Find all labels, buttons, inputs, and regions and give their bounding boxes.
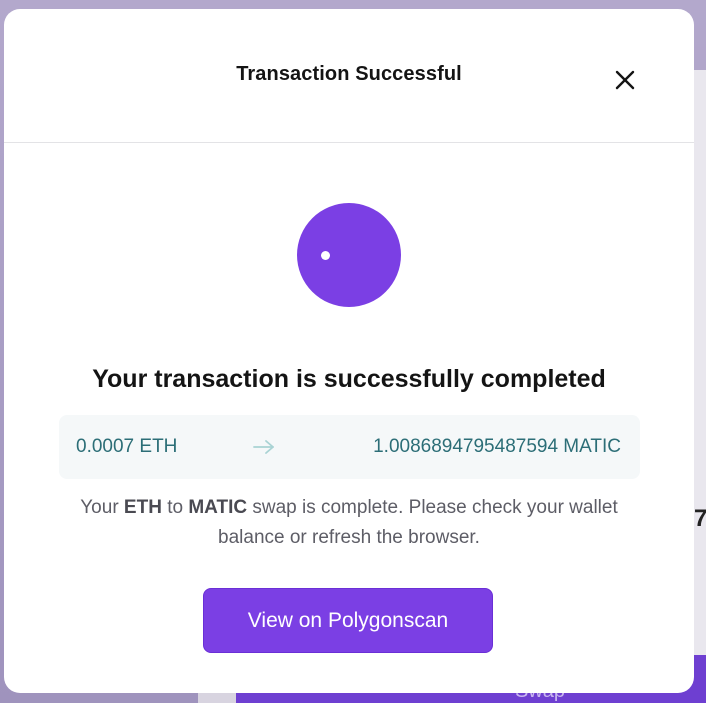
info-prefix: Your bbox=[80, 497, 124, 518]
info-from-token: ETH bbox=[123, 497, 162, 518]
close-icon bbox=[615, 70, 635, 90]
transaction-success-modal: Transaction Successful Your transaction … bbox=[4, 9, 694, 693]
modal-header: Transaction Successful bbox=[4, 9, 694, 143]
arrow-right-icon bbox=[253, 440, 274, 454]
info-suffix: swap is complete. Please check your wall… bbox=[218, 497, 618, 548]
amount-from: 0.0007 ETH bbox=[76, 436, 178, 457]
info-middle: to bbox=[161, 497, 189, 518]
background-partial-value: 7 bbox=[694, 505, 706, 532]
amount-to: 1.0086894795487594 MATIC bbox=[373, 436, 621, 457]
swap-amount-summary: 0.0007 ETH 1.0086894795487594 MATIC bbox=[59, 415, 640, 479]
modal-title: Transaction Successful bbox=[236, 63, 462, 85]
success-icon-dot bbox=[321, 251, 330, 260]
success-circle-icon bbox=[297, 203, 401, 307]
success-heading: Your transaction is successfully complet… bbox=[92, 365, 606, 393]
view-on-polygonscan-button[interactable]: View on Polygonscan bbox=[203, 588, 493, 653]
swap-complete-message: Your ETH to MATIC swap is complete. Plea… bbox=[64, 493, 634, 553]
info-to-token: MATIC bbox=[188, 497, 248, 518]
close-button[interactable] bbox=[610, 65, 640, 95]
